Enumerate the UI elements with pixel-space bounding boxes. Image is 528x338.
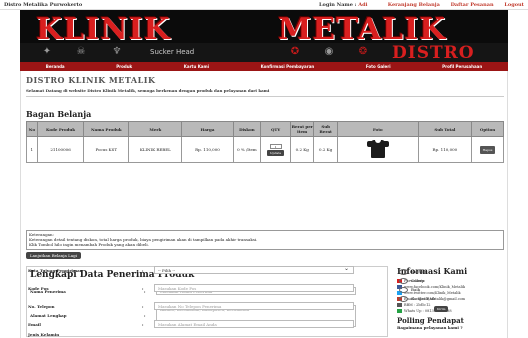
field-label: No. Telepon	[28, 304, 55, 309]
field-colon: :	[142, 322, 144, 327]
col-header: Foto	[336, 121, 419, 137]
field-label: Email	[28, 322, 41, 327]
poll-option[interactable]: Sangat Baik	[399, 296, 436, 302]
col-header: Berat per item	[290, 121, 315, 137]
logout-link[interactable]: Logout	[504, 2, 524, 8]
login-status: Login Name : Adi	[319, 2, 368, 8]
nav-item-galeri[interactable]: Foto Galeri	[366, 64, 391, 69]
poll-options: Kurang Cukup Baik Sangat Baik Kirim	[396, 266, 506, 338]
col-header: Sub Total	[417, 121, 473, 137]
note-line-2: Klik Tombol hilo ingin menambah Produk y…	[29, 242, 149, 247]
poll-option[interactable]: Baik	[399, 287, 420, 293]
cell-merk: KLINIK REBEL	[128, 136, 183, 163]
postal-code-input[interactable]: Masukan Kode Pos	[154, 284, 354, 292]
nav-item-konfirmasi[interactable]: Konfirmasi Pembayaran	[261, 64, 315, 69]
poll-option-label: Sangat Baik	[411, 296, 436, 301]
banner-title-left: KLINIK	[36, 12, 171, 47]
nav-item-produk[interactable]: Produk	[116, 64, 132, 69]
col-header: Diskon	[232, 121, 262, 137]
cell-harga: Rp. 110,000	[181, 136, 234, 163]
field-label: Kota Tujuan Pengiriman	[28, 268, 83, 273]
radio-icon[interactable]	[399, 296, 408, 302]
cell-qty: 1 Update	[260, 136, 292, 163]
field-label: Kode Pos	[28, 286, 49, 291]
cell-diskon: 0 % /Item	[232, 136, 262, 163]
poll-option[interactable]: Kurang	[399, 269, 426, 275]
delete-button[interactable]: Hapus	[479, 145, 496, 154]
cart-note: Keterangan: Keterangan detail tentang di…	[26, 230, 504, 250]
table-row: 1 21100006 Pocus KST KLINIK REBEL Rp. 11…	[26, 136, 504, 163]
cell-kode: 21100006	[36, 136, 85, 163]
cell-sub-berat: 0.2 Kg	[313, 136, 338, 163]
emblem-icon: ✦	[42, 46, 52, 57]
col-header: Sub Berat	[313, 121, 338, 137]
cell-sub-total: Rp. 110,000	[417, 136, 473, 163]
orders-link[interactable]: Daftar Pesanan	[451, 2, 494, 8]
cart-title: Bagan Belanja	[26, 109, 92, 119]
col-header: Nama Produk	[83, 121, 130, 137]
radio-icon[interactable]	[399, 287, 408, 293]
site-banner: KLINIK METALIK ✦ ☠ ♆ Sucker Head ✪ ◉ ❂ D…	[20, 10, 508, 62]
banner-tagline: Sucker Head	[150, 48, 195, 56]
col-header: Option	[471, 121, 504, 137]
field-colon: :	[142, 286, 144, 291]
poll-option-label: Kurang	[411, 269, 426, 274]
cart-link[interactable]: Keranjang Belanja	[388, 2, 440, 8]
skull-icon: ☠	[76, 46, 86, 57]
form-rows-lower: Kota Tujuan Pengiriman: -- Pilih -- Kode P…	[28, 266, 384, 338]
logo-badge-icon: ❂	[358, 46, 368, 57]
col-header: Kode Produk	[36, 121, 85, 137]
email-input[interactable]: Masukan Alamat Email Anda	[154, 320, 354, 328]
banner-title-right: METALIK	[278, 12, 447, 47]
continue-shopping-button[interactable]: Lanjutkan Belanja Lagi	[26, 252, 82, 259]
field-label: Jenis Kelamin	[28, 332, 60, 337]
poll-option-label: Baik	[411, 287, 421, 292]
poll-option[interactable]: Cukup	[399, 278, 424, 284]
col-header: QTY	[260, 121, 292, 137]
field-colon: :	[142, 304, 144, 309]
divider	[26, 96, 504, 97]
top-bar: Distro Metalika Purwokerto Login Name : …	[0, 0, 528, 10]
nav-item-beranda[interactable]: Beranda	[46, 64, 65, 69]
main-nav: Beranda Produk Kartu Kami Konfirmasi Pem…	[20, 62, 508, 71]
vote-button[interactable]: Kirim	[434, 306, 449, 312]
city-select[interactable]: -- Pilih --	[154, 266, 354, 274]
radio-icon[interactable]	[399, 278, 408, 284]
pentagram-icon: ✪	[290, 46, 300, 57]
cell-nama: Pocus KST	[83, 136, 130, 163]
nav-item-kartu[interactable]: Kartu Kami	[184, 64, 209, 69]
product-photo	[366, 140, 389, 158]
nav-item-profil[interactable]: Profil Perusahaan	[442, 64, 482, 69]
update-button[interactable]: Update	[267, 149, 285, 156]
cell-foto	[336, 136, 419, 163]
col-header: No	[26, 121, 38, 137]
cell-no: 1	[26, 136, 38, 163]
wings-icon: ♆	[112, 46, 122, 57]
cart-table: No Kode Produk Nama Produk Merk Harga Di…	[26, 121, 504, 163]
field-colon: :	[142, 268, 144, 273]
login-label: Login Name :	[319, 2, 357, 8]
page-title: DISTRO KLINIK METALIK	[26, 75, 156, 85]
site-brand-text: Distro Metalika Purwokerto	[4, 2, 83, 8]
cell-berat: 0.2 Kg	[290, 136, 315, 163]
col-header: Merk	[128, 121, 183, 137]
poll-option-label: Cukup	[411, 278, 425, 283]
phone-input[interactable]: Masukan No Telepon Penerima	[154, 302, 354, 310]
welcome-text: Selamat Datang di website Distro Klinik …	[26, 88, 270, 93]
radio-icon[interactable]	[399, 269, 408, 275]
cell-option: Hapus	[471, 136, 504, 163]
top-links: Keranjang Belanja Daftar Pesanan Logout	[379, 2, 524, 8]
col-header: Harga	[181, 121, 234, 137]
qty-input[interactable]: 1	[269, 143, 282, 149]
skull-circle-icon: ◉	[324, 46, 334, 57]
cart-header-row: No Kode Produk Nama Produk Merk Harga Di…	[26, 121, 504, 137]
login-username[interactable]: Adi	[358, 2, 367, 8]
banner-distro: DISTRO	[392, 43, 475, 62]
